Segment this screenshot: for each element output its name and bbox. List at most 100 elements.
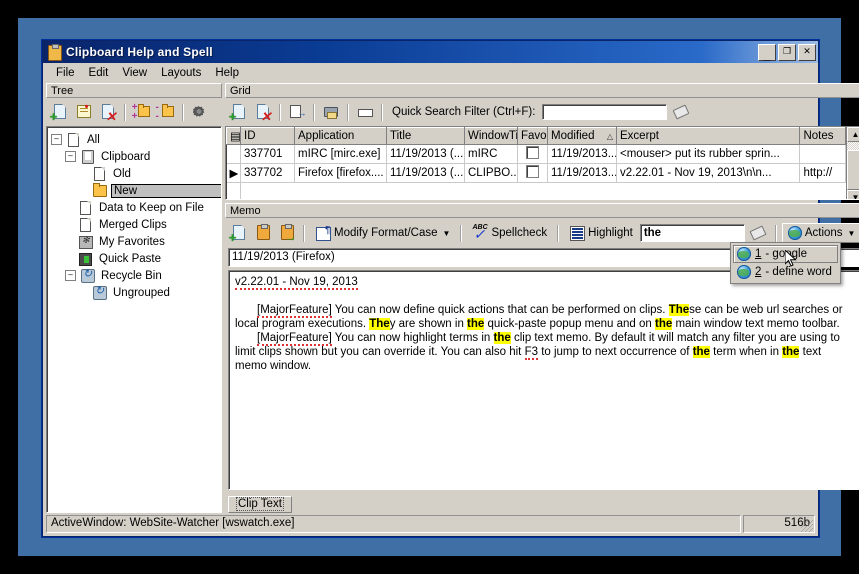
clip-grid[interactable]: ▤ ID Application Title WindowTit Favo Mo… bbox=[225, 126, 859, 200]
grid-column-modified[interactable]: Modified △ bbox=[547, 127, 617, 145]
toolbar-separator-4 bbox=[381, 103, 382, 121]
memo-paragraph-1: [MajorFeature] You can now define quick … bbox=[235, 303, 854, 331]
grid-column-notes[interactable]: Notes bbox=[799, 127, 847, 145]
grid-column-windowtitle[interactable]: WindowTit bbox=[464, 127, 518, 145]
cell-favorite[interactable] bbox=[517, 163, 548, 183]
preview-button[interactable] bbox=[354, 102, 375, 123]
scroll-up-button[interactable]: ▲ bbox=[847, 127, 859, 142]
chevron-down-icon[interactable]: ▼ bbox=[443, 229, 451, 238]
grid-panel: Grid + ✕ → Quick Search Filter (Ctrl+F):… bbox=[225, 83, 859, 200]
tree-node-data-to-keep-on-file[interactable]: Data to Keep on File bbox=[49, 199, 219, 216]
new-memo-button[interactable]: + bbox=[228, 223, 249, 244]
new-item-button[interactable]: + bbox=[49, 102, 70, 123]
scroll-track[interactable] bbox=[847, 142, 859, 190]
tree-node-label: Data to Keep on File bbox=[99, 201, 204, 214]
grid-column-id[interactable]: ID bbox=[240, 127, 295, 145]
chevron-down-icon[interactable]: ▼ bbox=[848, 229, 856, 238]
grid-column-application[interactable]: Application bbox=[294, 127, 387, 145]
scroll-thumb[interactable] bbox=[847, 150, 859, 190]
tree-node-label: My Favorites bbox=[99, 235, 165, 248]
menu-item-define-word[interactable]: 2 - define word bbox=[733, 263, 838, 281]
tree-node-merged-clips[interactable]: Merged Clips bbox=[49, 216, 219, 233]
actions-dropdown-menu[interactable]: 1 - google 2 - define word bbox=[730, 242, 841, 284]
menu-help[interactable]: Help bbox=[208, 65, 246, 81]
tree-node-label: New bbox=[111, 183, 221, 198]
clear-highlight-button[interactable] bbox=[748, 223, 769, 244]
add-group-icon: + + bbox=[132, 103, 151, 122]
tree-node-all[interactable]: – All bbox=[49, 131, 219, 148]
favorite-checkbox[interactable] bbox=[526, 165, 539, 178]
delete-item-button[interactable]: ✕ bbox=[97, 102, 118, 123]
tree-node-quick-paste[interactable]: Quick Paste bbox=[49, 250, 219, 267]
tab-clip-text[interactable]: Clip Text bbox=[228, 496, 292, 513]
settings-gear-icon bbox=[191, 103, 209, 121]
delete-clip-button[interactable]: ✕ bbox=[252, 102, 273, 123]
actions-button[interactable]: Actions ▼ bbox=[781, 223, 859, 243]
export-clip-button[interactable]: → bbox=[276, 223, 297, 244]
memo-text: quick-paste popup menu and on bbox=[484, 318, 655, 330]
tree-node-my-favorites[interactable]: My Favorites bbox=[49, 233, 219, 250]
highlight-button[interactable]: Highlight bbox=[564, 222, 637, 244]
minimize-button[interactable]: _ bbox=[758, 43, 776, 62]
favorite-checkbox[interactable] bbox=[526, 146, 539, 159]
quick-search-label: Quick Search Filter (Ctrl+F): bbox=[392, 106, 536, 118]
tree-node-recycle-bin[interactable]: – Recycle Bin bbox=[49, 267, 219, 284]
tree-view[interactable]: – All – Clipboard Old New Data to Keep o… bbox=[46, 126, 222, 513]
tree-node-label: Clipboard bbox=[101, 150, 151, 163]
resize-grip[interactable] bbox=[801, 520, 813, 532]
tree-node-label: Old bbox=[113, 167, 131, 180]
menu-file[interactable]: File bbox=[49, 65, 82, 81]
modify-format-case-button[interactable]: Modify Format/Case ▼ bbox=[310, 222, 454, 244]
menu-edit[interactable]: Edit bbox=[82, 65, 116, 81]
recycle-bin-icon bbox=[79, 267, 95, 283]
memo-highlight: the bbox=[782, 346, 800, 358]
tree-node-ungrouped[interactable]: Ungrouped bbox=[49, 284, 219, 301]
memo-text: term when in bbox=[709, 346, 783, 358]
expander-icon[interactable]: – bbox=[51, 134, 62, 145]
remove-group-button[interactable]: -- bbox=[155, 102, 176, 123]
new-clip-button[interactable]: + bbox=[228, 102, 249, 123]
paste-clip-button[interactable] bbox=[252, 223, 273, 244]
highlight-input[interactable] bbox=[639, 224, 745, 242]
memo-panel-header: Memo bbox=[225, 203, 859, 218]
grid-column-excerpt[interactable]: Excerpt bbox=[615, 127, 801, 145]
grid-toolbar: + ✕ → Quick Search Filter (Ctrl+F): bbox=[225, 98, 859, 126]
menu-item-number: 1 bbox=[755, 248, 762, 260]
memo-text-area[interactable]: v2.22.01 - Nov 19, 2013 [MajorFeature] Y… bbox=[228, 270, 859, 490]
tree-node-old[interactable]: Old bbox=[49, 165, 219, 182]
edit-item-button[interactable]: • bbox=[73, 101, 94, 123]
row-indicator[interactable]: ▶ bbox=[226, 163, 241, 183]
grid-select-all-header[interactable]: ▤ bbox=[226, 127, 241, 145]
memo-tab-strip: Clip Text bbox=[225, 490, 859, 513]
cell-window-title: CLIPBO... bbox=[464, 163, 518, 183]
grid-vertical-scrollbar[interactable]: ▲ ▼ bbox=[846, 127, 859, 199]
table-row[interactable]: ▶ 337702 Firefox [firefox.... 11/19/2013… bbox=[226, 163, 847, 183]
grid-column-modified-label: Modified bbox=[551, 130, 595, 142]
grid-column-favorite[interactable]: Favo bbox=[517, 127, 548, 145]
new-item-icon: + bbox=[50, 103, 69, 123]
print-button[interactable] bbox=[320, 102, 341, 123]
row-indicator[interactable] bbox=[226, 144, 241, 164]
copy-to-button[interactable] bbox=[286, 102, 307, 123]
menu-layouts[interactable]: Layouts bbox=[154, 65, 208, 81]
table-row[interactable]: 337701 mIRC [mirc.exe] 11/19/2013 (... m… bbox=[226, 144, 847, 164]
settings-button[interactable] bbox=[189, 102, 210, 123]
grid-column-title[interactable]: Title bbox=[386, 127, 465, 145]
maximize-button[interactable]: ❐ bbox=[778, 43, 796, 61]
tree-node-label: Recycle Bin bbox=[101, 269, 162, 282]
close-button[interactable]: ✕ bbox=[798, 43, 816, 61]
globe-icon bbox=[787, 226, 802, 240]
menu-view[interactable]: View bbox=[115, 65, 154, 81]
quick-search-input[interactable] bbox=[542, 104, 668, 120]
export-clip-icon: → bbox=[278, 224, 297, 243]
tree-node-clipboard[interactable]: – Clipboard bbox=[49, 148, 219, 165]
expander-icon[interactable]: – bbox=[65, 270, 76, 281]
menu-item-google[interactable]: 1 - google bbox=[733, 245, 838, 263]
expander-icon[interactable]: – bbox=[65, 151, 76, 162]
cell-favorite[interactable] bbox=[517, 144, 548, 164]
tree-node-new[interactable]: New bbox=[49, 182, 221, 199]
clear-search-button[interactable] bbox=[670, 102, 691, 123]
scroll-down-button[interactable]: ▼ bbox=[847, 190, 859, 199]
add-group-button[interactable]: + + bbox=[131, 102, 152, 123]
spellcheck-button[interactable]: ABC ✓ Spellcheck bbox=[467, 222, 551, 244]
